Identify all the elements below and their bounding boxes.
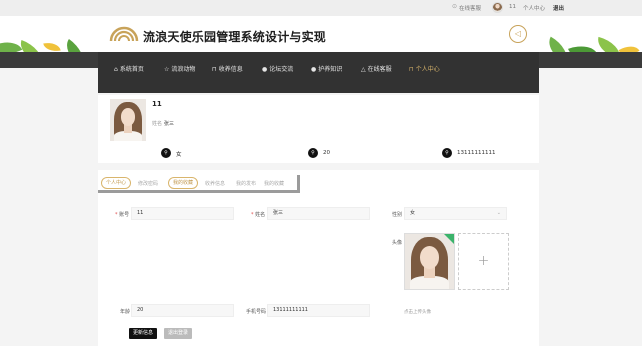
account-label: * 账号 xyxy=(115,212,130,218)
nav-item-5[interactable]: △ 在线客服 xyxy=(361,64,392,73)
profile-phone: 13111111111 xyxy=(457,150,496,156)
tab-personal-center[interactable]: 个人中心 xyxy=(101,177,132,189)
avatar-label: 头像 xyxy=(392,240,403,246)
site-title: 流浪天使乐园管理系统设计与实现 xyxy=(143,30,327,44)
nav-item-1[interactable]: ☆ 流浪动物 xyxy=(164,64,195,73)
logout-button[interactable]: 退出登录 xyxy=(164,328,193,339)
tab-my-collection[interactable]: 我的收藏 xyxy=(264,180,284,187)
nav-item-label: 流浪动物 xyxy=(171,66,196,73)
site-logo-icon xyxy=(109,26,139,42)
main-navigation: ⌂ 系统首页 ☆ 流浪动物 ⊓ 收养信息 ● 论坛交流 ● 护养知识 △ 在线客服 ⊓ 个人中心 xyxy=(98,52,539,93)
user-avatar[interactable] xyxy=(492,2,503,13)
gender-select-value: 女 xyxy=(410,210,416,216)
update-info-button[interactable]: 更新信息 xyxy=(129,328,158,339)
dot-icon: ● xyxy=(311,66,317,73)
upload-avatar-button[interactable]: + xyxy=(458,233,509,290)
leaf-decoration xyxy=(43,40,61,52)
logout-link[interactable]: 退出 xyxy=(553,4,564,12)
nav-item-label: 护养知识 xyxy=(318,66,343,73)
nav-item-4[interactable]: ● 护养知识 xyxy=(311,64,342,73)
tab-change-password[interactable]: 修改密码 xyxy=(138,180,158,187)
profile-avatar xyxy=(110,99,146,141)
upload-hint: 点击上传头像 xyxy=(404,310,431,315)
account-input[interactable]: 11 xyxy=(131,207,234,220)
location-icon: ⊙ xyxy=(452,3,458,10)
nav-item-label: 系统首页 xyxy=(119,66,144,73)
star-icon: ☆ xyxy=(164,66,170,73)
username-label: 11 xyxy=(509,4,516,10)
leaf-decoration xyxy=(0,35,23,52)
nav-item-0[interactable]: ⌂ 系统首页 xyxy=(114,64,144,73)
nav-item-2[interactable]: ⊓ 收养信息 xyxy=(212,64,243,73)
age-label: 年龄 xyxy=(120,309,131,315)
profile-age: 20 xyxy=(323,150,330,156)
name-label: * 姓名 xyxy=(251,212,266,218)
dot-icon: ● xyxy=(262,66,268,73)
nav-item-label: 论坛交流 xyxy=(269,66,294,73)
gender-select[interactable]: 女 ⌄ xyxy=(404,207,507,220)
personal-center-link[interactable]: 个人中心 xyxy=(523,4,545,12)
nav-item-label: 个人中心 xyxy=(415,66,440,73)
profile-name: 11 xyxy=(152,100,162,108)
avatar-preview[interactable] xyxy=(404,233,455,290)
warning-icon: △ xyxy=(361,66,366,73)
leaf-decoration xyxy=(618,41,640,52)
nav-item-label: 在线客服 xyxy=(367,66,392,73)
tab-adoption-info[interactable]: 收养信息 xyxy=(205,180,225,187)
leaf-decoration xyxy=(568,40,598,52)
tab-my-favorites[interactable]: 我的收藏 xyxy=(168,177,199,189)
gender-icon: ⚲ xyxy=(161,148,171,158)
lock-icon: ⊓ xyxy=(212,66,217,73)
online-chat-link[interactable]: 在线客服 xyxy=(459,4,481,12)
lock-icon: ⊓ xyxy=(409,66,414,73)
name-input[interactable]: 张三 xyxy=(267,207,370,220)
profile-gender: 女 xyxy=(176,152,182,158)
check-corner-icon xyxy=(444,234,454,244)
speaker-icon[interactable]: ◁ xyxy=(509,25,527,43)
profile-name-label: 姓名 xyxy=(152,121,163,127)
top-bar: ⊙ 在线客服 11 个人中心 退出 xyxy=(0,0,642,16)
leaf-decoration xyxy=(59,38,91,52)
chevron-down-icon: ⌄ xyxy=(496,210,501,216)
nav-item-3[interactable]: ● 论坛交流 xyxy=(262,64,293,73)
age-icon: ⚲ xyxy=(308,148,318,158)
nav-item-label: 收养信息 xyxy=(218,66,243,73)
profile-name-value: 张三 xyxy=(164,121,175,127)
age-input[interactable]: 20 xyxy=(131,304,234,317)
nav-item-6[interactable]: ⊓ 个人中心 xyxy=(409,64,440,73)
phone-label: 手机号码 xyxy=(246,309,267,315)
phone-icon: ⚲ xyxy=(442,148,452,158)
phone-input[interactable]: 13111111111 xyxy=(267,304,370,317)
gender-label: 性别 xyxy=(392,212,403,218)
tab-my-posts[interactable]: 我的发布 xyxy=(236,180,256,187)
home-icon: ⌂ xyxy=(114,66,118,73)
